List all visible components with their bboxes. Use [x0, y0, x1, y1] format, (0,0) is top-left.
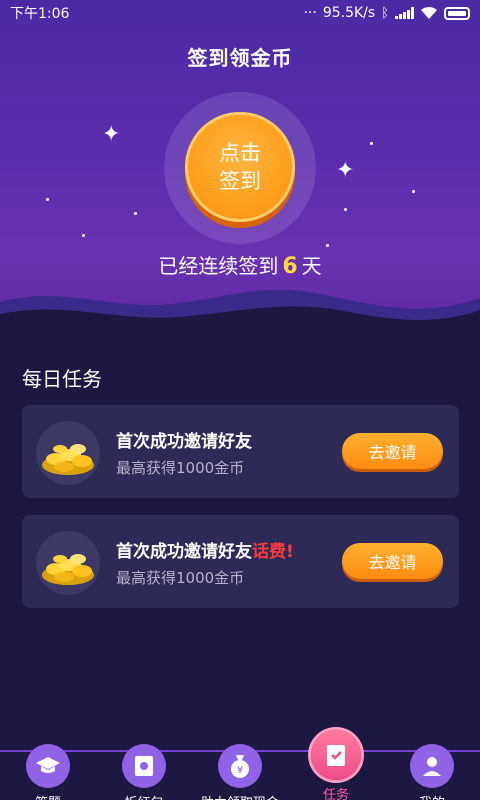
- invite-button[interactable]: 去邀请: [342, 433, 443, 469]
- task-card: 首次成功邀请好友 最高获得1000金币 去邀请: [22, 405, 459, 498]
- nav-label: 助力领取现金: [200, 792, 280, 800]
- signal-icon: [395, 7, 414, 19]
- task-title-highlight: 话费!: [252, 542, 294, 562]
- star-decoration: [134, 212, 137, 215]
- task-clipboard-icon: [311, 730, 361, 780]
- page-title: 签到领金币: [187, 46, 293, 70]
- nav-label: 答题: [8, 792, 88, 800]
- task-title: 首次成功邀请好友: [116, 427, 252, 452]
- user-icon: [410, 744, 454, 788]
- status-bar: 下午1:06 ··· 95.5K/s ᛒ: [0, 0, 480, 26]
- nav-label: 任务: [322, 788, 349, 800]
- star-decoration: [370, 142, 373, 145]
- sparkle-icon: ✦: [102, 122, 121, 147]
- nav-label: 拆红包: [104, 792, 184, 800]
- nav-label: 我的: [392, 792, 472, 800]
- gold-coins-icon: [36, 531, 100, 595]
- task-subtitle: 最高获得1000金币: [116, 569, 245, 587]
- nav-item-me[interactable]: 我的: [392, 744, 472, 800]
- star-decoration: [344, 208, 347, 211]
- star-decoration: [326, 244, 329, 247]
- wifi-icon: [421, 6, 437, 19]
- red-envelope-icon: [122, 744, 166, 788]
- graduation-cap-icon: [26, 744, 70, 788]
- sign-in-button-line1: 点击: [219, 141, 261, 165]
- status-icons: ··· 95.5K/s ᛒ: [303, 5, 470, 21]
- nav-item-tasks[interactable]: 任务: [296, 730, 376, 800]
- status-dots: ···: [303, 5, 317, 21]
- wave-divider: [0, 289, 480, 340]
- svg-text:¥: ¥: [237, 765, 243, 776]
- sign-in-button-line2: 签到: [219, 169, 261, 193]
- task-title-text: 首次成功邀请好友: [116, 432, 252, 452]
- nav-item-cash[interactable]: ¥ 助力领取现金: [200, 744, 280, 800]
- task-title: 首次成功邀请好友话费!: [116, 537, 294, 562]
- section-title-daily-tasks: 每日任务: [22, 367, 102, 391]
- bluetooth-icon: ᛒ: [381, 5, 389, 21]
- gold-coins-icon: [36, 421, 100, 485]
- task-subtitle: 最高获得1000金币: [116, 459, 245, 477]
- streak-text: 已经连续签到 6 天: [0, 250, 480, 279]
- nav-item-answer[interactable]: 答题: [8, 744, 88, 800]
- money-bag-icon: ¥: [218, 744, 262, 788]
- streak-suffix: 天: [301, 254, 322, 278]
- star-decoration: [82, 234, 85, 237]
- star-decoration: [46, 198, 49, 201]
- bottom-nav: 答题 拆红包 ¥ 助力领取现金 任务 我的: [0, 730, 480, 800]
- nav-item-red-envelope[interactable]: 拆红包: [104, 744, 184, 800]
- sparkle-icon: ✦: [336, 158, 355, 183]
- task-card: 首次成功邀请好友话费! 最高获得1000金币 去邀请: [22, 515, 459, 608]
- status-time: 下午1:06: [10, 6, 70, 22]
- battery-icon: [444, 6, 470, 20]
- invite-button[interactable]: 去邀请: [342, 543, 443, 579]
- star-decoration: [412, 190, 415, 193]
- streak-days: 6: [282, 254, 298, 279]
- sign-in-button[interactable]: 点击 签到: [185, 112, 295, 222]
- network-speed: 95.5K/s: [322, 5, 376, 21]
- streak-prefix: 已经连续签到: [158, 254, 279, 278]
- task-title-text: 首次成功邀请好友: [116, 542, 252, 562]
